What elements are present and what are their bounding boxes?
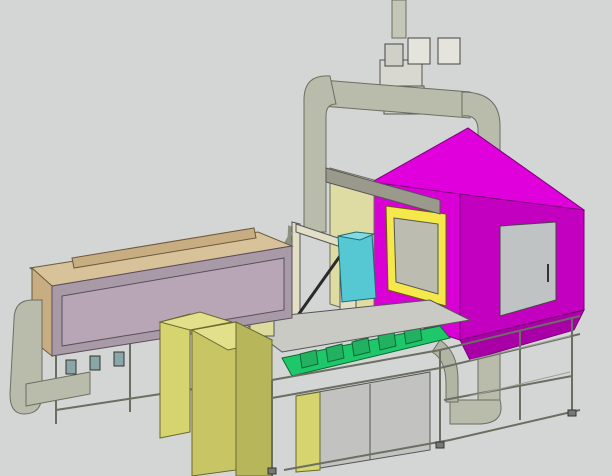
motor-unit-left xyxy=(407,37,431,65)
motor-unit-right xyxy=(437,37,461,65)
cad-model-render xyxy=(9,0,586,476)
lower-return-pipe xyxy=(449,399,502,425)
cyan-bin xyxy=(337,233,377,303)
electrical-cabinet xyxy=(158,311,274,476)
vertical-feed-pipe xyxy=(391,0,407,39)
cabinet-left-front xyxy=(159,313,191,439)
top-horizontal-pipe xyxy=(321,79,471,119)
cad-viewport xyxy=(0,0,612,476)
